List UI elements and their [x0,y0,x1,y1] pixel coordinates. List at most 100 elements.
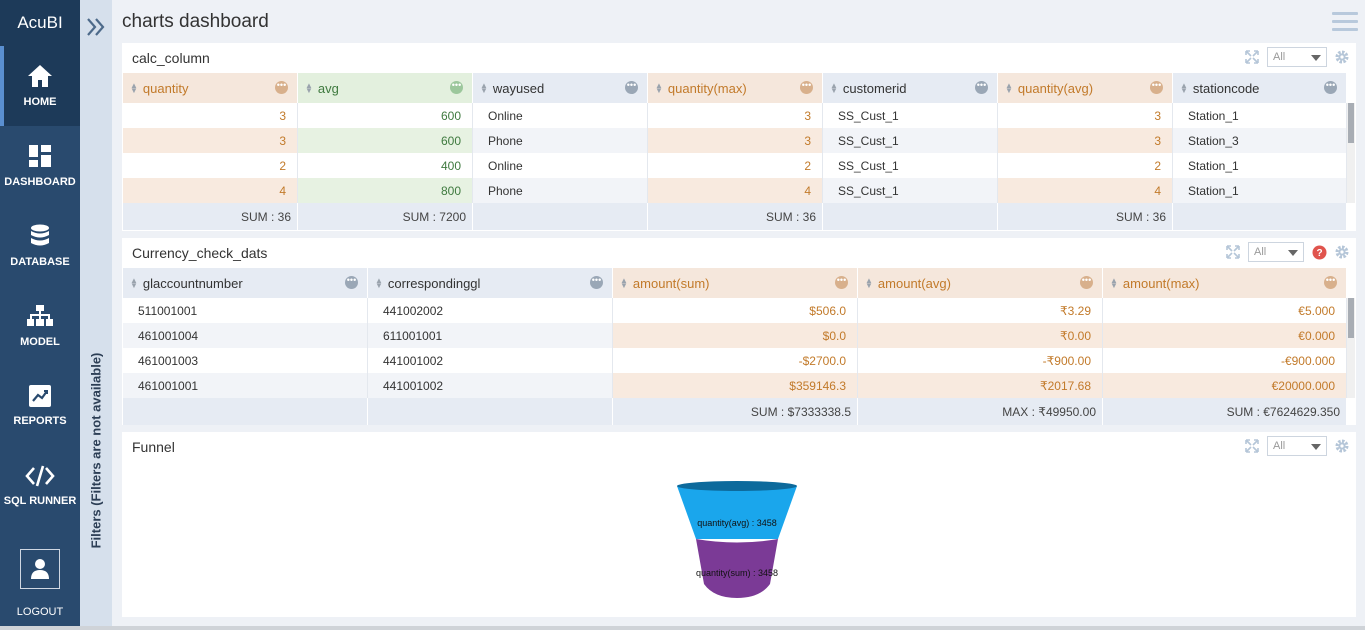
table-row[interactable]: 461001004 611001001 $0.0 ₹0.00 €0.000 [123,323,1347,348]
column-header[interactable]: ▲ ▼ quantity(max) ••• [648,73,823,103]
sort-icon[interactable]: ▲ ▼ [305,82,313,95]
table-cell: ₹2017.68 [858,373,1103,398]
filters-label: Filters (Filters are not available) [80,300,112,600]
nav-database[interactable]: DATABASE [0,206,80,286]
table-cell: Online [473,153,648,178]
column-header[interactable]: ▲ ▼ correspondinggl ••• [368,268,613,298]
table-cell: Phone [473,128,648,153]
column-header[interactable]: ▲ ▼ glaccountnumber ••• [123,268,368,298]
column-menu-icon[interactable]: ••• [590,276,603,289]
sort-icon[interactable]: ▲ ▼ [1180,82,1188,95]
column-header[interactable]: ▲ ▼ quantity(avg) ••• [998,73,1173,103]
sort-icon[interactable]: ▲ ▼ [620,277,628,290]
column-header[interactable]: ▲ ▼ wayused ••• [473,73,648,103]
menu-button[interactable] [1332,12,1358,34]
svg-text:?: ? [1316,248,1322,259]
help-icon[interactable]: ? [1311,244,1327,260]
funnel-segment-quantity-avg[interactable] [677,486,797,539]
sort-icon[interactable]: ▲ ▼ [480,82,488,95]
panel-title: Funnel [132,439,175,455]
column-header[interactable]: ▲ ▼ customerid ••• [823,73,998,103]
column-menu-icon[interactable]: ••• [450,81,463,94]
nav-sql-runner[interactable]: SQL RUNNER [0,446,80,526]
sort-icon[interactable]: ▲ ▼ [130,82,138,95]
column-menu-icon[interactable]: ••• [1080,276,1093,289]
panel-tools: All [1244,47,1350,67]
sort-icon[interactable]: ▲ ▼ [830,82,838,95]
table-row[interactable]: 461001003 441001002 -$2700.0 -₹900.00 -€900.… [123,348,1347,373]
sort-icon[interactable]: ▲ ▼ [865,277,873,290]
column-header[interactable]: ▲ ▼ avg ••• [298,73,473,103]
column-menu-icon[interactable]: ••• [800,81,813,94]
column-header-label: avg [317,80,339,96]
table-cell: 4 [648,178,823,203]
table-row[interactable]: 511001001 441002002 $506.0 ₹3.29 €5.000 [123,298,1347,323]
sort-icon[interactable]: ▲ ▼ [375,277,383,290]
sort-icon[interactable]: ▲ ▼ [1110,277,1118,290]
page-title: charts dashboard [122,11,269,32]
column-menu-icon[interactable]: ••• [1324,276,1337,289]
filter-select[interactable]: All [1248,242,1304,262]
nav-model[interactable]: MODEL [0,286,80,366]
code-icon [25,465,55,487]
column-header-label: amount(max) [1122,275,1200,291]
column-menu-icon[interactable]: ••• [1150,81,1163,94]
table-cell: Station_3 [1173,128,1347,153]
bottom-bar [0,626,1365,630]
column-menu-icon[interactable]: ••• [975,81,988,94]
gear-icon[interactable] [1334,244,1350,260]
table-cell: 461001004 [123,323,368,348]
column-menu-icon[interactable]: ••• [835,276,848,289]
column-header[interactable]: ▲ ▼ amount(max) ••• [1103,268,1347,298]
expand-icon[interactable] [1244,49,1260,65]
sort-icon[interactable]: ▲ ▼ [130,277,138,290]
column-menu-icon[interactable]: ••• [625,81,638,94]
filter-select[interactable]: All [1267,47,1327,67]
nav-reports[interactable]: REPORTS [0,366,80,446]
table-row[interactable]: 3 600 Phone 3 SS_Cust_1 3 Station_3 [123,128,1347,153]
expand-icon[interactable] [1225,244,1241,260]
column-header[interactable]: ▲ ▼ amount(avg) ••• [858,268,1103,298]
table-row[interactable]: 3 600 Online 3 SS_Cust_1 3 Station_1 [123,103,1347,128]
column-header[interactable]: ▲ ▼ quantity ••• [123,73,298,103]
sort-icon[interactable]: ▲ ▼ [655,82,663,95]
filter-select[interactable]: All [1267,436,1327,456]
user-avatar[interactable] [20,549,60,589]
nav-dashboard[interactable]: DASHBOARD [0,126,80,206]
column-menu-icon[interactable]: ••• [1324,81,1337,94]
panel-title: calc_column [132,50,210,66]
table-row[interactable]: 461001001 441001002 $359146.3 ₹2017.68 €2000… [123,373,1347,398]
sort-icon[interactable]: ▲ ▼ [1005,82,1013,95]
table-row[interactable]: 4 800 Phone 4 SS_Cust_1 4 Station_1 [123,178,1347,203]
table-cell: 3 [648,103,823,128]
column-menu-icon[interactable]: ••• [275,81,288,94]
funnel-chart: quantity(avg) : 3458 quantity(sum) : 3458 [677,481,797,598]
aggregate-cell: SUM : $7333338.5 [613,398,858,425]
table-header: ▲ ▼ quantity ••• ▲ ▼ avg ••• ▲ ▼ wayused ••• ▲ ▼ quant… [123,73,1347,103]
nav-home-label: HOME [23,96,57,108]
scrollbar[interactable] [1347,103,1355,203]
gear-icon[interactable] [1334,49,1350,65]
table-cell: 600 [298,128,473,153]
logout-link[interactable]: LOGOUT [0,606,80,618]
aggregate-cell [123,398,368,425]
gear-icon[interactable] [1334,438,1350,454]
nav-home[interactable]: HOME [0,46,80,126]
calc-column-panel: calc_column All ▲ ▼ quantity ••• ▲ ▼ avg ••• ▲ ▼ w… [122,43,1356,231]
expand-filters-button[interactable] [84,16,108,38]
aggregate-cell: MAX : ₹49950.00 [858,398,1103,425]
column-header[interactable]: ▲ ▼ stationcode ••• [1173,73,1347,103]
table-cell: 3 [998,128,1173,153]
table-cell: Station_1 [1173,178,1347,203]
column-menu-icon[interactable]: ••• [345,276,358,289]
funnel-data-label: quantity(sum) : 3458 [696,568,778,578]
model-icon [27,305,53,326]
scrollbar[interactable] [1347,298,1355,398]
table-row[interactable]: 2 400 Online 2 SS_Cust_1 2 Station_1 [123,153,1347,178]
table-footer: SUM : $7333338.5 MAX : ₹49950.00 SUM : €76… [123,398,1347,425]
column-header[interactable]: ▲ ▼ amount(sum) ••• [613,268,858,298]
table-cell: ₹0.00 [858,323,1103,348]
expand-icon[interactable] [1244,438,1260,454]
table-cell: 2 [648,153,823,178]
user-icon [31,559,49,579]
